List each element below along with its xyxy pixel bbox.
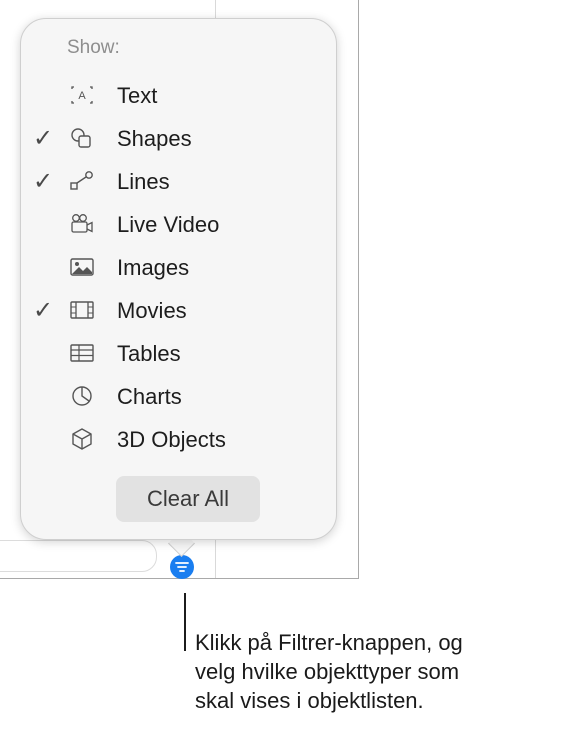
menu-item-label: Tables bbox=[117, 341, 181, 366]
cube-icon bbox=[72, 428, 92, 450]
callout-line-1: Klikk på Filtrer-knappen, og bbox=[195, 630, 463, 655]
search-field[interactable] bbox=[0, 540, 157, 572]
lines-icon bbox=[70, 171, 93, 190]
menu-item-lines[interactable]: ✓ Lines bbox=[21, 161, 336, 201]
pie-chart-icon bbox=[72, 386, 92, 406]
table-icon bbox=[70, 344, 94, 362]
text-box-icon: A bbox=[71, 86, 93, 104]
shapes-icon bbox=[71, 128, 91, 148]
checkmark-icon: ✓ bbox=[33, 168, 54, 195]
menu-item-charts[interactable]: ✓ Charts bbox=[21, 376, 336, 416]
clear-all-button[interactable]: Clear All bbox=[116, 476, 260, 522]
checkmark-icon: ✓ bbox=[33, 297, 54, 324]
callout-text: Klikk på Filtrer-knappen, og velg hvilke… bbox=[195, 628, 561, 715]
menu-item-movies[interactable]: ✓ Movies bbox=[21, 290, 336, 330]
menu-item-images[interactable]: ✓ Images bbox=[21, 247, 336, 287]
menu-item-label: Movies bbox=[117, 298, 187, 323]
menu-item-text[interactable]: ✓ A Text bbox=[21, 75, 336, 115]
menu-item-label: Text bbox=[117, 83, 158, 108]
svg-text:A: A bbox=[78, 90, 86, 102]
callout-line bbox=[184, 593, 186, 651]
filter-popover: Show: ✓ A Text ✓ Shapes ✓ Lines ✓ bbox=[20, 18, 337, 540]
menu-item-3d-objects[interactable]: ✓ 3D Objects bbox=[21, 419, 336, 459]
menu-item-label: 3D Objects bbox=[117, 427, 226, 452]
callout-line-3: skal vises i objektlisten. bbox=[195, 688, 424, 713]
show-header: Show: bbox=[67, 37, 120, 58]
filter-button[interactable] bbox=[170, 555, 194, 579]
checkmark-icon: ✓ bbox=[33, 125, 54, 152]
image-icon bbox=[70, 258, 94, 276]
menu-item-label: Charts bbox=[117, 384, 182, 409]
menu-item-label: Live Video bbox=[117, 212, 220, 237]
filter-icon bbox=[175, 562, 189, 572]
menu-item-label: Lines bbox=[117, 169, 170, 194]
menu-item-live-video[interactable]: ✓ Live Video bbox=[21, 204, 336, 244]
live-video-icon bbox=[71, 214, 93, 233]
callout-line-2: velg hvilke objekttyper som bbox=[195, 659, 460, 684]
menu-item-shapes[interactable]: ✓ Shapes bbox=[21, 118, 336, 158]
menu-item-label: Shapes bbox=[117, 126, 192, 151]
film-icon bbox=[70, 301, 94, 319]
menu-item-tables[interactable]: ✓ Tables bbox=[21, 333, 336, 373]
menu-item-label: Images bbox=[117, 255, 190, 280]
